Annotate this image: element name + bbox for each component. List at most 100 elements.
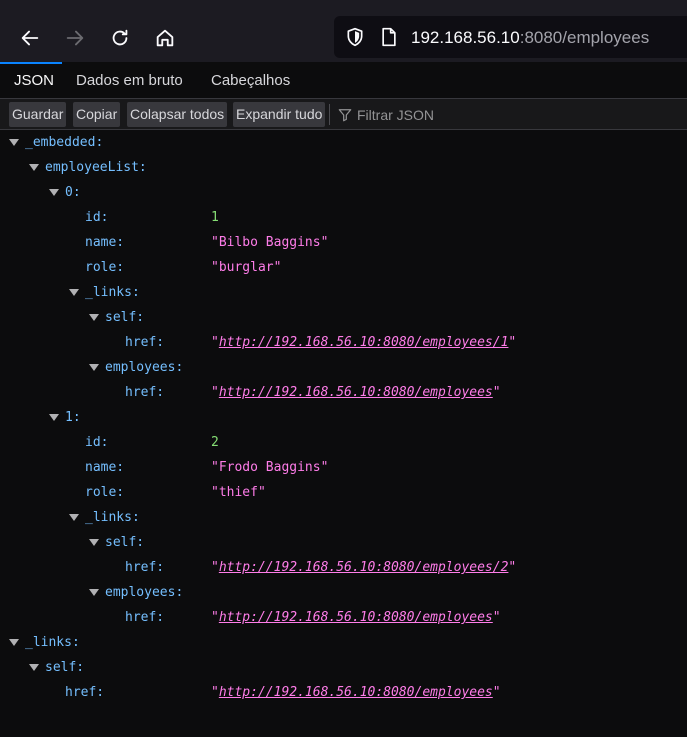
expand-toggle-icon[interactable] [69,289,79,296]
tree-row-embedded[interactable]: _embedded: [0,131,687,156]
url-path: :8080/employees [519,28,650,47]
expand-toggle-icon[interactable] [69,514,79,521]
quote-mark: " [211,560,219,575]
json-key: href: [125,610,165,625]
json-key: role: [85,485,125,500]
expand-toggle-icon[interactable] [89,314,99,321]
tree-row-id[interactable]: id: 2 [0,431,687,456]
quote-mark: " [211,335,219,350]
json-key: _links: [25,635,80,650]
expand-toggle-icon[interactable] [89,589,99,596]
expand-toggle-icon[interactable] [9,639,19,646]
json-string-value: "Frodo Baggins" [211,460,329,475]
tree-row-href[interactable]: href: "http://192.168.56.10:8080/employe… [0,556,687,581]
tree-row-employees[interactable]: employees: [0,581,687,606]
json-url-value: "http://192.168.56.10:8080/employees/1" [211,335,516,350]
tab-raw-data[interactable]: Dados em bruto [76,62,183,99]
tree-row-employee-list[interactable]: employeeList: [0,156,687,181]
tab-json[interactable]: JSON [0,62,62,99]
quote-mark: " [492,385,501,400]
json-string-value: "thief" [211,485,266,500]
quote-mark: " [211,385,219,400]
json-number-value: 2 [211,435,219,450]
tree-row-root-href[interactable]: href: "http://192.168.56.10:8080/employe… [0,681,687,706]
expand-toggle-icon[interactable] [89,539,99,546]
url-text[interactable]: 192.168.56.10:8080/employees [411,28,649,48]
tree-row-employees[interactable]: employees: [0,356,687,381]
home-button[interactable] [148,21,182,55]
tree-row-employee-1[interactable]: 1: [0,406,687,431]
filter-json-input[interactable]: Filtrar JSON [338,105,434,125]
json-key: href: [65,685,105,700]
quote-mark: " [508,335,517,350]
tree-row-root-self[interactable]: self: [0,656,687,681]
tree-row-root-links[interactable]: _links: [0,631,687,656]
filter-placeholder: Filtrar JSON [357,107,434,123]
json-key: id: [85,435,109,450]
json-key: _embedded: [25,135,104,150]
json-key: self: [105,310,145,325]
json-key: role: [85,260,125,275]
quote-mark: " [492,685,501,700]
json-key: _links: [85,285,140,300]
tree-row-name[interactable]: name: "Frodo Baggins" [0,456,687,481]
quote-mark: " [508,560,517,575]
json-key: name: [85,235,125,250]
tree-row-employee-0[interactable]: 0: [0,181,687,206]
url-bar[interactable]: 192.168.56.10:8080/employees [334,16,687,58]
json-link[interactable]: http://192.168.56.10:8080/employees [219,385,493,400]
copy-button[interactable]: Copiar [73,102,121,127]
toolbar-divider [329,104,330,125]
tree-row-links[interactable]: _links: [0,281,687,306]
reload-icon [112,29,128,46]
quote-mark: " [211,685,219,700]
expand-all-button[interactable]: Expandir tudo [233,102,326,127]
json-url-value: "http://192.168.56.10:8080/employees/2" [211,560,516,575]
expand-toggle-icon[interactable] [9,139,19,146]
tree-row-role[interactable]: role: "thief" [0,481,687,506]
json-tree: _embedded: employeeList: 0: id: 1 name: … [0,131,687,737]
tab-headers[interactable]: Cabeçalhos [211,62,290,99]
tracking-protection-shield-icon[interactable] [345,27,365,47]
url-host: 192.168.56.10 [411,28,520,47]
back-arrow-icon [21,30,39,46]
tree-row-href[interactable]: href: "http://192.168.56.10:8080/employe… [0,331,687,356]
tree-row-self[interactable]: self: [0,306,687,331]
reload-button[interactable] [103,21,137,55]
expand-toggle-icon[interactable] [29,164,39,171]
json-key: employees: [105,360,184,375]
json-key: id: [85,210,109,225]
tree-row-href[interactable]: href: "http://192.168.56.10:8080/employe… [0,381,687,406]
json-url-value: "http://192.168.56.10:8080/employees" [211,610,501,625]
expand-toggle-icon[interactable] [49,189,59,196]
expand-toggle-icon[interactable] [49,414,59,421]
home-icon [156,29,174,47]
json-url-value: "http://192.168.56.10:8080/employees" [211,685,501,700]
json-key: self: [45,660,85,675]
json-key: href: [125,385,165,400]
tree-row-id[interactable]: id: 1 [0,206,687,231]
json-string-value: "Bilbo Baggins" [211,235,329,250]
save-button[interactable]: Guardar [9,102,67,127]
json-link[interactable]: http://192.168.56.10:8080/employees [219,610,493,625]
filter-icon [338,109,352,122]
tree-row-role[interactable]: role: "burglar" [0,256,687,281]
json-link[interactable]: http://192.168.56.10:8080/employees [219,685,493,700]
json-link[interactable]: http://192.168.56.10:8080/employees/2 [219,560,509,575]
browser-toolbar: 192.168.56.10:8080/employees [0,0,687,62]
page-info-icon[interactable] [380,27,398,47]
tree-row-self[interactable]: self: [0,531,687,556]
collapse-all-button[interactable]: Colapsar todos [127,102,228,127]
json-link[interactable]: http://192.168.56.10:8080/employees/1 [219,335,509,350]
back-button[interactable] [13,21,47,55]
json-key: name: [85,460,125,475]
expand-toggle-icon[interactable] [89,364,99,371]
json-url-value: "http://192.168.56.10:8080/employees" [211,385,501,400]
expand-toggle-icon[interactable] [29,664,39,671]
json-key: href: [125,560,165,575]
tree-row-href[interactable]: href: "http://192.168.56.10:8080/employe… [0,606,687,631]
tree-row-links[interactable]: _links: [0,506,687,531]
forward-button[interactable] [58,21,92,55]
json-key: _links: [85,510,140,525]
tree-row-name[interactable]: name: "Bilbo Baggins" [0,231,687,256]
